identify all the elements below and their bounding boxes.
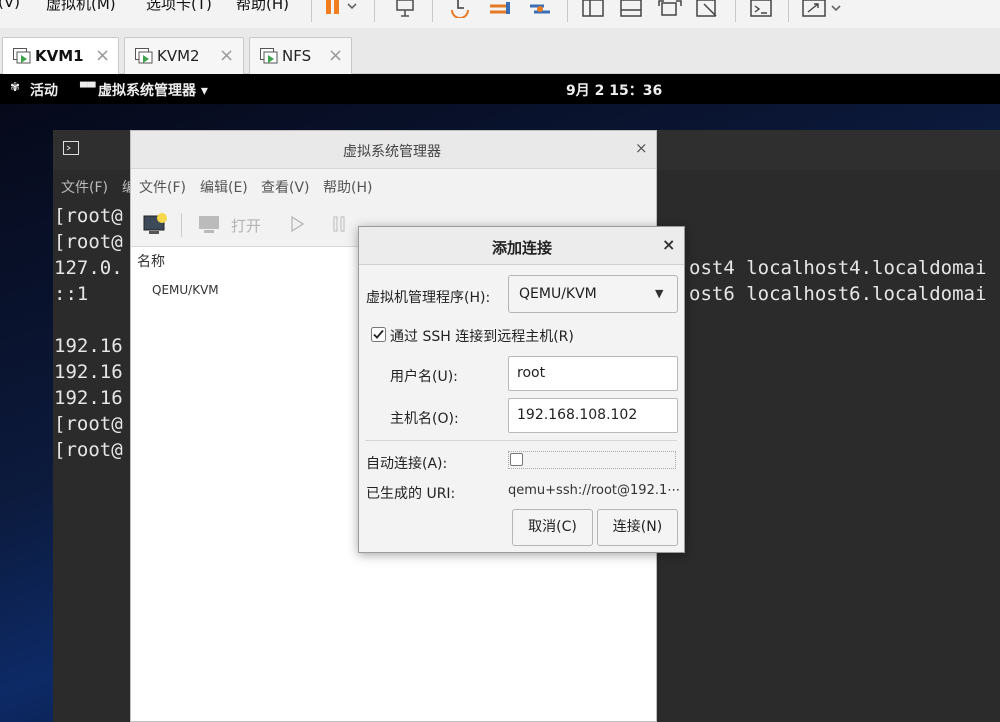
tab-label: KVM2: [157, 47, 200, 65]
activities-button[interactable]: 活动: [30, 80, 58, 100]
list-header-name[interactable]: 名称: [137, 251, 165, 271]
hypervisor-value: QEMU/KVM: [519, 286, 597, 302]
menu-edit[interactable]: 编辑(E): [200, 177, 248, 197]
console-view-icon[interactable]: [620, 0, 644, 20]
divider: [365, 440, 677, 441]
terminal-icon[interactable]: [750, 0, 774, 20]
full-layout-icon[interactable]: [582, 0, 606, 20]
toolbar-separator: [788, 0, 789, 22]
username-field[interactable]: root: [508, 356, 678, 391]
vm-tabbar: KVM1 × KVM2 × NFS ×: [0, 28, 1000, 74]
dialog-title: 添加连接: [492, 239, 553, 257]
close-icon[interactable]: ×: [328, 45, 343, 66]
vm-icon: [135, 48, 153, 64]
terminal-line: ::1: [54, 283, 89, 305]
username-label: 用户名(U):: [390, 369, 458, 385]
tab-label: NFS: [282, 47, 312, 65]
tab-kvm1[interactable]: KVM1 ×: [2, 37, 119, 74]
toolbar-separator: [311, 0, 312, 22]
unity-icon[interactable]: [696, 0, 720, 20]
terminal-line: ost4 localhost4.localdomai: [689, 257, 987, 279]
app-icon: ▀▀: [80, 83, 96, 94]
menu-view[interactable]: 查看(V): [261, 177, 310, 197]
close-icon[interactable]: ×: [662, 235, 675, 254]
run-icon[interactable]: [289, 215, 305, 237]
tab-label: KVM1: [35, 47, 84, 65]
autoconnect-checkbox[interactable]: [510, 453, 523, 466]
menu-view[interactable]: (V): [0, 0, 20, 11]
uri-label: 已生成的 URI:: [366, 486, 456, 502]
toolbar-separator: [432, 0, 433, 22]
tab-nfs[interactable]: NFS ×: [249, 37, 352, 74]
terminal-line: 192.16: [54, 361, 123, 383]
ssh-checkbox[interactable]: [371, 327, 386, 346]
terminal-line: [root@: [54, 231, 123, 253]
open-button[interactable]: 打开: [231, 215, 261, 236]
window-title: 虚拟系统管理器: [343, 144, 441, 160]
vm-icon: [13, 48, 31, 64]
toolbar-separator: [181, 213, 182, 237]
clock[interactable]: 9月 2 15：36: [566, 80, 662, 100]
close-icon[interactable]: ×: [219, 45, 234, 66]
connection-item-qemu[interactable]: QEMU/KVM: [152, 283, 219, 297]
tab-kvm2[interactable]: KVM2 ×: [124, 37, 244, 74]
snapshot-icon[interactable]: [448, 0, 472, 20]
gnome-topbar: ✾ 活动 ▀▀ 虚拟系统管理器 ▾ 9月 2 15：36: [0, 74, 1000, 104]
uri-value: qemu+ssh://root@192.1⋯: [508, 483, 681, 498]
app-menu[interactable]: 虚拟系统管理器 ▾: [98, 80, 208, 100]
revert-snapshot-icon[interactable]: [488, 0, 512, 20]
add-connection-dialog[interactable]: 添加连接 × 虚拟机管理程序(H): QEMU/KVM ▼ 通过 SSH 连接到…: [358, 226, 685, 553]
menu-help[interactable]: 帮助(H): [236, 0, 289, 14]
toolbar-separator: [735, 0, 736, 22]
snapshot-manager-icon[interactable]: [528, 0, 552, 20]
virt-manager-menubar: 文件(F) 编辑(E) 查看(V) 帮助(H): [131, 169, 656, 201]
chevron-down-icon: ▼: [655, 287, 664, 300]
autoconnect-toggle[interactable]: [508, 451, 676, 469]
cancel-button[interactable]: 取消(C): [512, 509, 593, 546]
send-ctrl-alt-del-icon[interactable]: [394, 0, 418, 20]
menu-vm[interactable]: 虚拟机(M): [46, 0, 116, 14]
hostname-field[interactable]: 192.168.108.102: [508, 398, 678, 433]
terminal-icon: [63, 141, 79, 159]
hypervisor-select[interactable]: QEMU/KVM ▼: [508, 275, 678, 313]
terminal-menu-file[interactable]: 文件(F): [61, 177, 108, 197]
autoconnect-label: 自动连接(A):: [366, 456, 448, 472]
terminal-line: 192.16: [54, 387, 123, 409]
terminal-line: 127.0.: [54, 257, 123, 279]
activities-icon: ✾: [10, 80, 21, 94]
close-icon[interactable]: ×: [95, 45, 110, 66]
menu-tabs[interactable]: 选项卡(T): [146, 0, 212, 14]
menu-help[interactable]: 帮助(H): [323, 177, 372, 197]
terminal-line: [root@: [54, 205, 123, 227]
terminal-line: ost6 localhost6.localdomai: [689, 283, 987, 305]
connect-button[interactable]: 连接(N): [597, 509, 678, 546]
pause-icon[interactable]: [324, 0, 360, 20]
stretch-guest-icon[interactable]: [802, 0, 850, 20]
monitor-icon: [198, 215, 220, 239]
terminal-line: [root@: [54, 439, 123, 461]
close-icon[interactable]: ×: [635, 139, 648, 157]
menu-file[interactable]: 文件(F): [139, 177, 186, 197]
host-menubar: (V) 虚拟机(M) 选项卡(T) 帮助(H): [0, 0, 1000, 28]
dialog-titlebar: 添加连接 ×: [359, 227, 684, 265]
virt-manager-titlebar: 虚拟系统管理器 ×: [131, 131, 656, 169]
terminal-line: [root@: [54, 413, 123, 435]
terminal-line: 192.16: [54, 335, 123, 357]
toolbar-separator: [567, 0, 568, 22]
pause-icon[interactable]: [332, 216, 346, 236]
vm-icon: [260, 48, 278, 64]
hypervisor-label: 虚拟机管理程序(H):: [366, 290, 491, 306]
ssh-label[interactable]: 通过 SSH 连接到远程主机(R): [390, 326, 574, 346]
hostname-label: 主机名(O):: [390, 411, 459, 427]
fullscreen-icon[interactable]: [658, 0, 682, 20]
new-vm-icon[interactable]: [143, 213, 169, 241]
toolbar-separator: [374, 0, 375, 22]
